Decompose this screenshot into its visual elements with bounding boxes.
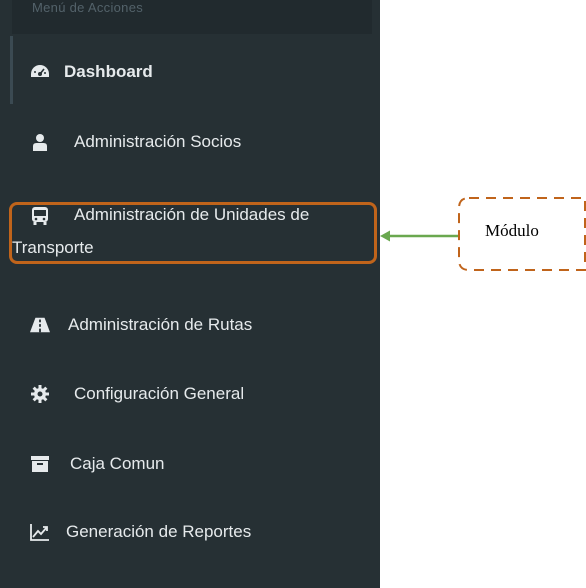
sidebar-item-label: Configuración General [74, 384, 245, 403]
sidebar-item-socios[interactable]: Administración Socios [0, 128, 380, 158]
sidebar-item-dashboard[interactable]: Dashboard [0, 58, 380, 88]
sidebar-menu: Menú de Acciones Dashboard Administració… [0, 0, 380, 588]
module-highlight-box [9, 202, 377, 264]
sidebar-item-reportes[interactable]: Generación de Reportes [0, 518, 380, 548]
sidebar-item-label: Caja Comun [70, 454, 165, 473]
callout-label: Módulo [485, 221, 539, 240]
road-icon [30, 315, 50, 335]
dashboard-icon [30, 62, 50, 82]
sidebar-item-label: Generación de Reportes [66, 522, 252, 541]
module-callout: Módulo [457, 196, 586, 272]
sidebar-item-configuracion[interactable]: Configuración General [0, 380, 380, 410]
sidebar-item-rutas[interactable]: Administración de Rutas [0, 311, 380, 341]
line-chart-icon [30, 522, 50, 542]
archive-icon [30, 454, 50, 474]
gear-icon [30, 384, 50, 404]
callout-arrow [380, 230, 460, 242]
sidebar-item-label: Administración Socios [74, 132, 242, 151]
sidebar-item-label: Dashboard [64, 62, 153, 81]
sidebar-header: Menú de Acciones [12, 0, 372, 34]
sidebar-header-label: Menú de Acciones [32, 0, 144, 15]
user-icon [30, 132, 50, 152]
sidebar-item-label: Administración de Rutas [68, 315, 253, 334]
sidebar-item-caja-comun[interactable]: Caja Comun [0, 450, 380, 480]
